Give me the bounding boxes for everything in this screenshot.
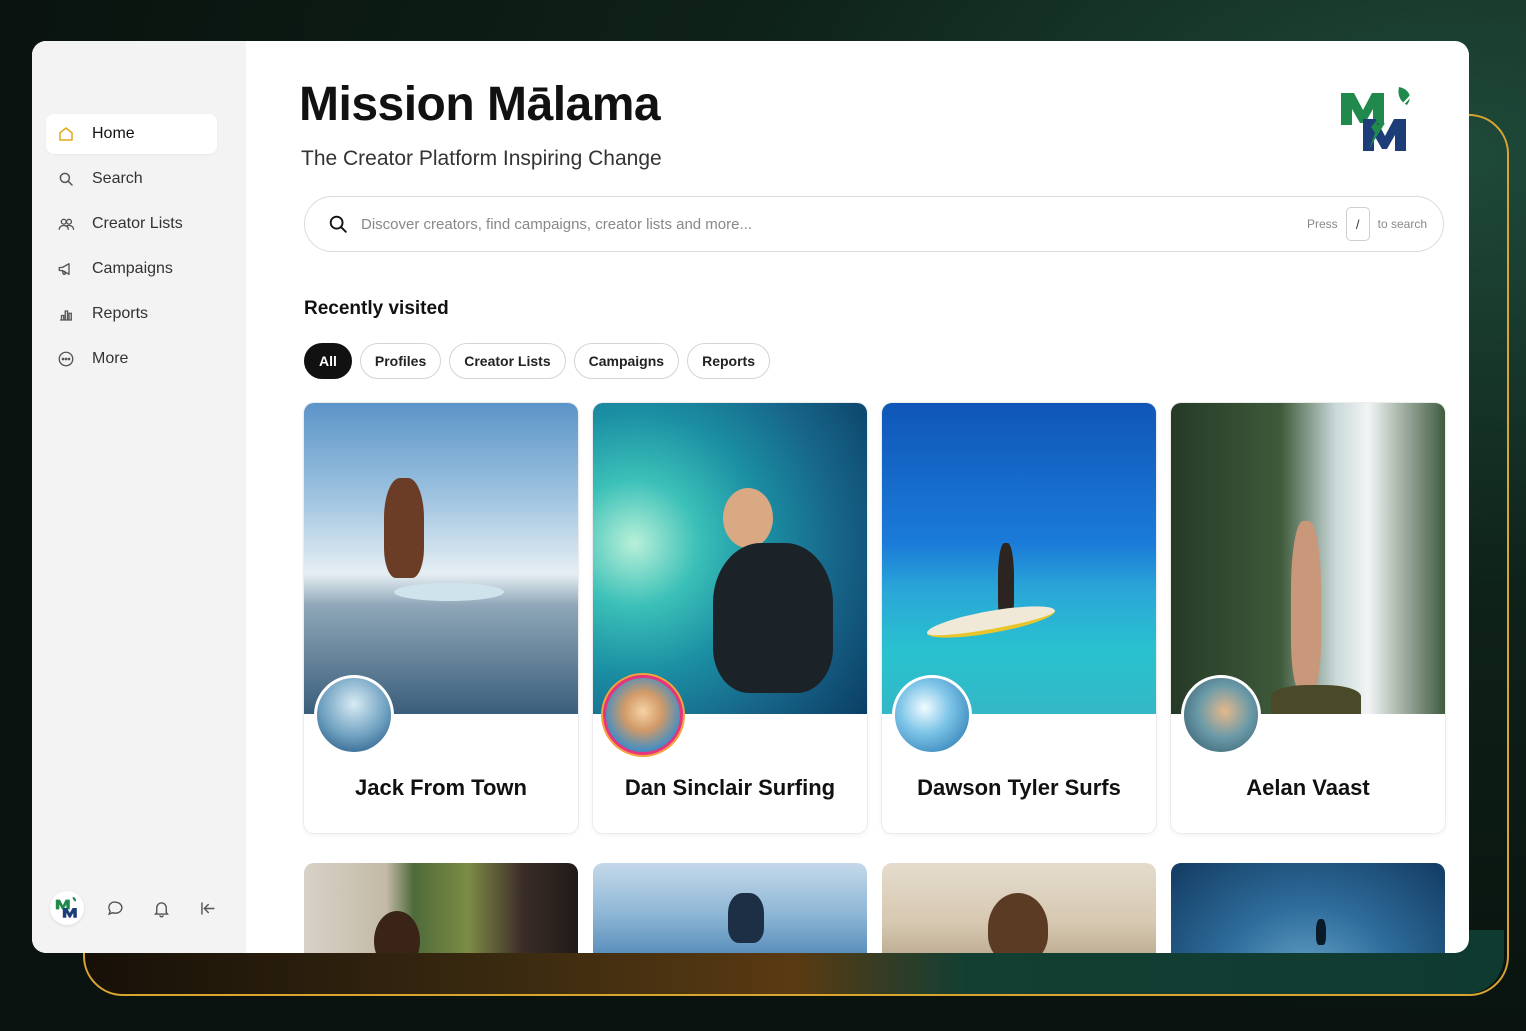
sidebar-nav: Home Search Creator Lists Campaigns Repo… <box>46 114 217 384</box>
creator-avatar <box>603 675 683 755</box>
bar-chart-icon <box>56 304 76 324</box>
filter-chip-campaigns[interactable]: Campaigns <box>573 343 680 379</box>
creator-cover-image <box>304 403 578 714</box>
hint-suffix: to search <box>1377 217 1427 231</box>
sidebar-footer <box>50 891 238 925</box>
users-icon <box>56 214 76 234</box>
creator-card[interactable]: Dan Sinclair Surfing <box>593 403 867 833</box>
megaphone-icon <box>56 259 76 279</box>
logo-avatar[interactable] <box>50 891 84 925</box>
home-icon <box>56 124 76 144</box>
shortcut-key: / <box>1345 207 1370 241</box>
sidebar-item-reports[interactable]: Reports <box>46 294 217 334</box>
filter-chips: All Profiles Creator Lists Campaigns Rep… <box>304 343 778 379</box>
creator-avatar <box>1181 675 1261 755</box>
sidebar-item-creator-lists[interactable]: Creator Lists <box>46 204 217 244</box>
sidebar-item-search[interactable]: Search <box>46 159 217 199</box>
more-icon <box>56 349 76 369</box>
recent-cards: Jack From Town Dan Sinclair Surfing Daws… <box>304 403 1460 833</box>
sidebar-item-home[interactable]: Home <box>46 114 217 154</box>
page-subtitle: The Creator Platform Inspiring Change <box>301 147 662 170</box>
logo-icon <box>55 896 77 918</box>
recent-cards-row-2 <box>304 863 1460 953</box>
notifications-button[interactable] <box>146 893 176 923</box>
creator-name: Aelan Vaast <box>1246 775 1370 800</box>
sidebar-item-label: Search <box>92 170 143 187</box>
app-window: Home Search Creator Lists Campaigns Repo… <box>32 41 1469 953</box>
creator-avatar <box>314 675 394 755</box>
creator-card[interactable]: Jack From Town <box>304 403 578 833</box>
creator-name: Jack From Town <box>355 775 527 800</box>
creator-avatar <box>892 675 972 755</box>
collapse-icon <box>200 901 215 915</box>
search-input[interactable] <box>361 215 1307 233</box>
creator-name: Dawson Tyler Surfs <box>917 775 1121 800</box>
hint-prefix: Press <box>1306 217 1338 231</box>
creator-cover-image <box>1171 403 1445 714</box>
collapse-sidebar-button[interactable] <box>192 893 222 923</box>
filter-chip-creator-lists[interactable]: Creator Lists <box>449 343 566 379</box>
filter-chip-profiles[interactable]: Profiles <box>359 343 442 379</box>
card-thumbnail[interactable] <box>1171 863 1445 953</box>
sidebar-item-label: Reports <box>92 305 149 322</box>
card-thumbnail[interactable] <box>882 863 1156 953</box>
brand-logo <box>1341 87 1412 151</box>
bell-icon <box>153 901 169 917</box>
page-title: Mission Mālama <box>299 78 661 131</box>
sidebar-item-label: Home <box>92 125 135 142</box>
sidebar-item-label: Campaigns <box>92 260 173 277</box>
creator-name: Dan Sinclair Surfing <box>624 775 836 800</box>
creator-card[interactable]: Dawson Tyler Surfs <box>882 403 1156 833</box>
card-thumbnail[interactable] <box>304 863 578 953</box>
filter-chip-reports[interactable]: Reports <box>687 343 770 379</box>
search-shortcut-hint: Press / to search <box>1307 207 1427 241</box>
creator-card[interactable]: Aelan Vaast <box>1171 403 1445 833</box>
card-thumbnail[interactable] <box>593 863 867 953</box>
sidebar-item-more[interactable]: More <box>46 339 217 379</box>
recently-visited-title: Recently visited <box>304 298 449 319</box>
chat-icon <box>107 900 123 915</box>
creator-cover-image <box>593 403 867 714</box>
search-icon <box>56 169 76 189</box>
sidebar-item-label: More <box>92 350 129 367</box>
sidebar: Home Search Creator Lists Campaigns Repo… <box>32 41 246 953</box>
filter-chip-all[interactable]: All <box>304 343 352 379</box>
search-icon <box>329 215 347 233</box>
main-content: Mission Mālama The Creator Platform Insp… <box>246 41 1469 953</box>
chat-button[interactable] <box>100 893 130 923</box>
creator-cover-image <box>882 403 1156 714</box>
sidebar-item-campaigns[interactable]: Campaigns <box>46 249 217 289</box>
global-search-bar[interactable]: Press / to search <box>304 196 1444 252</box>
sidebar-item-label: Creator Lists <box>92 215 183 232</box>
